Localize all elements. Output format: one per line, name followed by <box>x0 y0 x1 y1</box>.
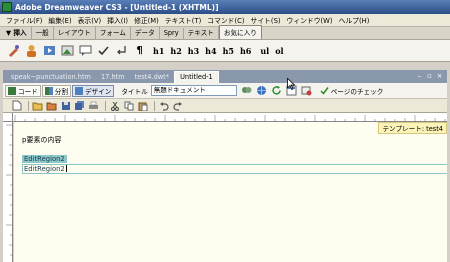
close-icon[interactable]: × <box>436 73 443 80</box>
h6-button[interactable]: h6 <box>240 46 251 56</box>
ul-button[interactable]: ul <box>260 46 269 56</box>
menu-site[interactable]: サイト(S) <box>248 15 284 25</box>
menu-help[interactable]: ヘルプ(H) <box>336 15 373 25</box>
code-view-button[interactable]: コード <box>5 84 41 97</box>
menu-window[interactable]: ウィンドウ(W) <box>284 15 336 25</box>
undo-icon[interactable] <box>158 100 169 111</box>
toolbar-separator <box>28 100 29 111</box>
print-icon[interactable] <box>88 100 99 111</box>
paragraph-icon[interactable]: ¶ <box>132 43 147 58</box>
title-bar: Adobe Dreamweaver CS3 - [Untitled-1 (XHT… <box>0 0 450 14</box>
editable-region-text[interactable]: EditRegion2 <box>24 165 65 173</box>
person-icon[interactable] <box>24 43 39 58</box>
image-icon[interactable] <box>60 43 75 58</box>
insert-tab-favorites[interactable]: お気に入り <box>218 25 262 39</box>
title-label: タイトル <box>121 87 148 96</box>
new-document-icon[interactable] <box>11 100 22 111</box>
doc-tab-untitled-1[interactable]: Untitled-1 <box>174 71 219 83</box>
ol-button[interactable]: ol <box>275 46 283 56</box>
insert-tab-forms[interactable]: フォーム <box>96 26 131 39</box>
vertical-ruler <box>3 122 13 262</box>
page-check-icon <box>320 86 329 95</box>
doc-tab-17[interactable]: 17.htm <box>96 72 130 83</box>
menu-modify[interactable]: 修正(M) <box>131 15 162 25</box>
insert-menu-toggle[interactable]: ▼ 挿入 <box>2 26 32 39</box>
menu-insert[interactable]: 挿入(I) <box>104 15 131 25</box>
template-badge: テンプレート: test4 <box>378 122 447 134</box>
paste-icon[interactable] <box>137 100 148 111</box>
document-title-input[interactable]: 無題ドキュメント <box>150 85 237 96</box>
horizontal-ruler <box>13 113 447 122</box>
document-tabs: speak~punctuation.htm 17.htm test4.dwt* … <box>3 70 447 83</box>
h3-button[interactable]: h3 <box>188 46 199 56</box>
editable-region[interactable]: EditRegion2 <box>22 164 447 174</box>
insert-tab-layout[interactable]: レイアウト <box>54 26 96 39</box>
save-all-icon[interactable] <box>74 100 85 111</box>
menu-view[interactable]: 表示(V) <box>75 15 105 25</box>
paragraph-text[interactable]: p要素の内容 <box>22 135 61 145</box>
doc-tab-speak-punctuation[interactable]: speak~punctuation.htm <box>6 72 96 83</box>
split-view-button[interactable]: 分割 <box>41 84 71 97</box>
comment-icon[interactable] <box>78 43 93 58</box>
copy-icon[interactable] <box>123 100 134 111</box>
ruler-origin[interactable] <box>3 113 13 122</box>
media-icon[interactable] <box>42 43 57 58</box>
restore-icon[interactable]: ▫ <box>426 73 433 80</box>
document-toolbar: コード 分割 デザイン タイトル 無題ドキュメント ページのチェック <box>3 83 447 99</box>
horizontal-ruler-ticks <box>14 115 446 122</box>
menu-file[interactable]: ファイル(F) <box>3 15 45 25</box>
text-caret <box>65 165 67 172</box>
edit-favorites-icon[interactable] <box>6 43 21 58</box>
toolbar-separator <box>154 100 155 111</box>
insert-bar: ▼ 挿入 一般 レイアウト フォーム データ Spry テキスト お気に入り <box>0 25 450 40</box>
menu-edit[interactable]: 編集(E) <box>45 15 74 25</box>
line-break-icon[interactable] <box>114 43 129 58</box>
page-check-button[interactable]: ページのチェック <box>320 86 383 96</box>
browse-bridge-icon[interactable] <box>46 100 57 111</box>
h4-button[interactable]: h4 <box>205 46 216 56</box>
insert-tab-text[interactable]: テキスト <box>184 26 219 39</box>
redo-icon[interactable] <box>172 100 183 111</box>
code-view-icon <box>8 86 16 95</box>
open-folder-icon[interactable] <box>32 100 43 111</box>
check-icon[interactable] <box>96 43 111 58</box>
split-view-icon <box>44 86 53 95</box>
visual-aids-icon[interactable] <box>301 85 312 96</box>
refresh-icon[interactable] <box>271 85 282 96</box>
insert-tab-common[interactable]: 一般 <box>32 26 54 39</box>
doc-tab-test4-dwt[interactable]: test4.dwt* <box>130 72 174 83</box>
minimize-icon[interactable]: – <box>416 73 423 80</box>
insert-tab-data[interactable]: データ <box>131 26 160 39</box>
dreamweaver-app-icon <box>2 2 12 12</box>
window-title: Adobe Dreamweaver CS3 - [Untitled-1 (XHT… <box>15 2 219 12</box>
h1-button[interactable]: h1 <box>153 46 164 56</box>
file-management-icon[interactable] <box>241 85 252 96</box>
h2-button[interactable]: h2 <box>170 46 181 56</box>
design-view-button[interactable]: デザイン <box>71 84 115 97</box>
design-view-icon <box>74 86 83 95</box>
insert-tab-spry[interactable]: Spry <box>160 28 184 39</box>
editable-region-tab[interactable]: EditRegion2 <box>22 155 67 163</box>
preview-browser-icon[interactable] <box>256 85 267 96</box>
standard-toolbar <box>3 99 447 113</box>
save-icon[interactable] <box>60 100 71 111</box>
favorites-toolbar: ¶ h1 h2 h3 h4 h5 h6 ul ol <box>0 40 450 62</box>
h5-button[interactable]: h5 <box>223 46 234 56</box>
vertical-ruler-ticks <box>6 124 13 256</box>
cut-icon[interactable] <box>109 100 120 111</box>
toolbar-separator <box>105 100 106 111</box>
design-view[interactable]: テンプレート: test4 p要素の内容 EditRegion2 EditReg… <box>14 122 447 262</box>
mouse-pointer-icon <box>287 77 296 91</box>
document-window-controls: – ▫ × <box>416 73 447 83</box>
menu-text[interactable]: テキスト(T) <box>162 15 204 25</box>
panel-gap <box>0 62 450 70</box>
menu-commands[interactable]: コマンド(C) <box>204 15 247 25</box>
